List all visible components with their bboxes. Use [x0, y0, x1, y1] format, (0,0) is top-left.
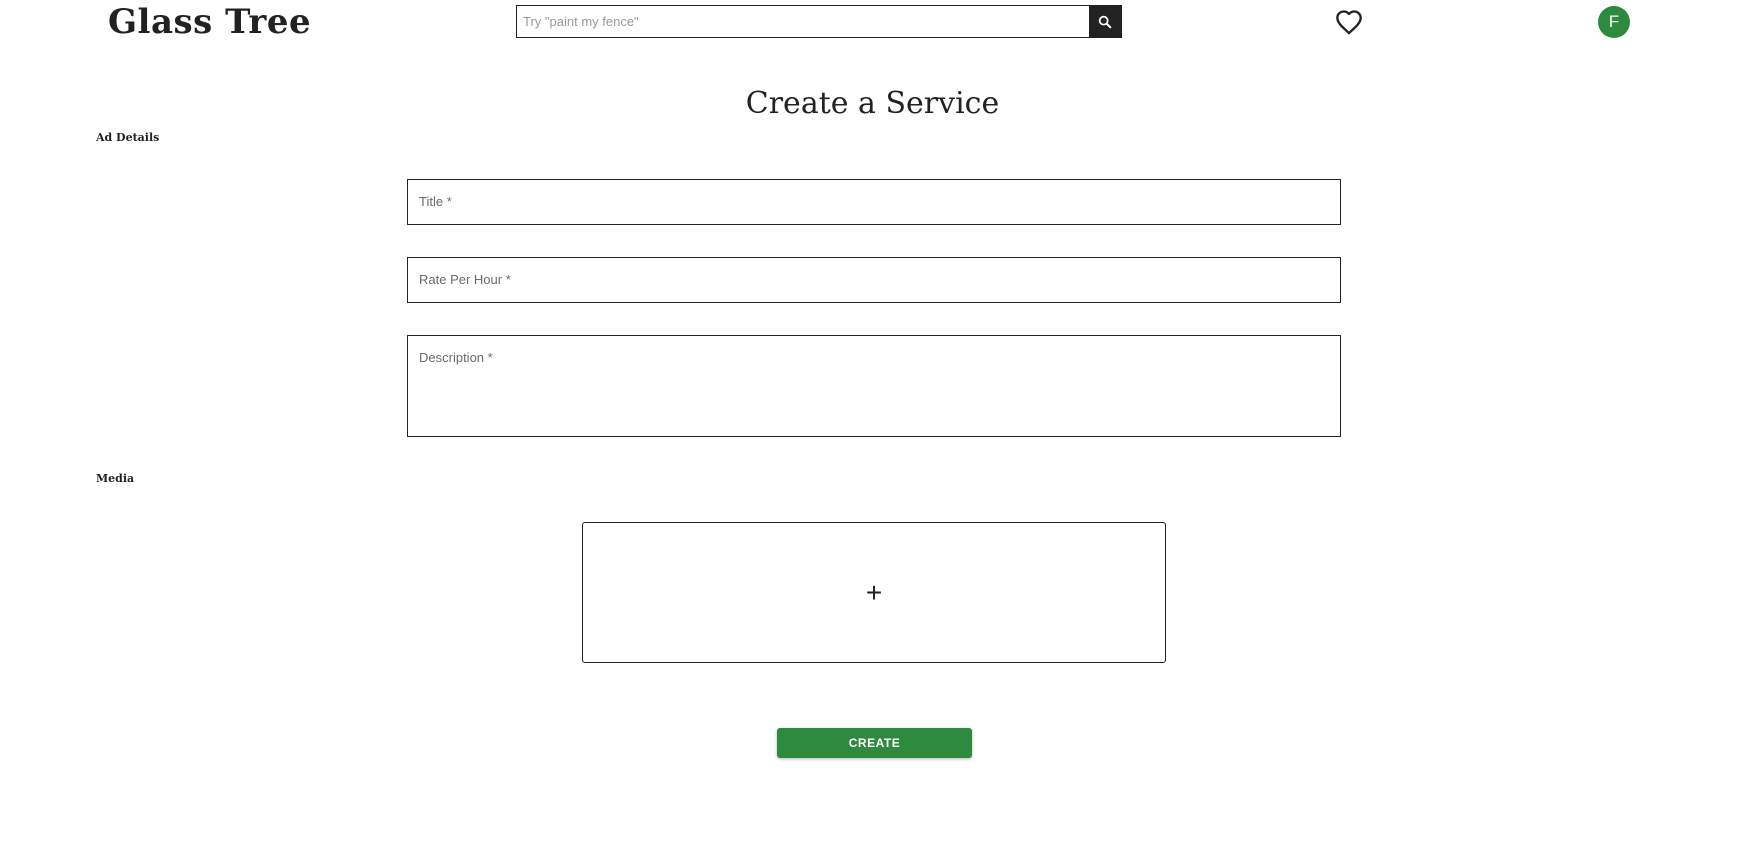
title-input[interactable]: [408, 180, 1344, 226]
search-button[interactable]: [1089, 6, 1121, 37]
create-button[interactable]: CREATE: [777, 728, 972, 758]
search-bar: [516, 5, 1122, 38]
description-field[interactable]: Description *: [407, 335, 1344, 440]
favorites-button[interactable]: [1335, 9, 1363, 35]
ad-details-heading: Ad Details: [96, 131, 160, 144]
description-textarea[interactable]: [408, 336, 1344, 440]
media-upload-box[interactable]: +: [582, 522, 1166, 663]
rate-field[interactable]: Rate Per Hour *: [407, 257, 1344, 304]
avatar[interactable]: F: [1598, 6, 1630, 38]
logo[interactable]: Glass Tree: [108, 0, 311, 44]
title-field[interactable]: Title *: [407, 179, 1344, 226]
plus-icon: +: [865, 576, 883, 608]
search-input[interactable]: [517, 6, 1089, 37]
page-title: Create a Service: [745, 86, 1000, 121]
media-heading: Media: [96, 472, 135, 485]
heart-icon: [1336, 10, 1362, 35]
rate-input[interactable]: [408, 258, 1344, 304]
page: Glass Tree F Create a Service Ad Details…: [0, 0, 1760, 844]
search-icon: [1098, 15, 1112, 28]
